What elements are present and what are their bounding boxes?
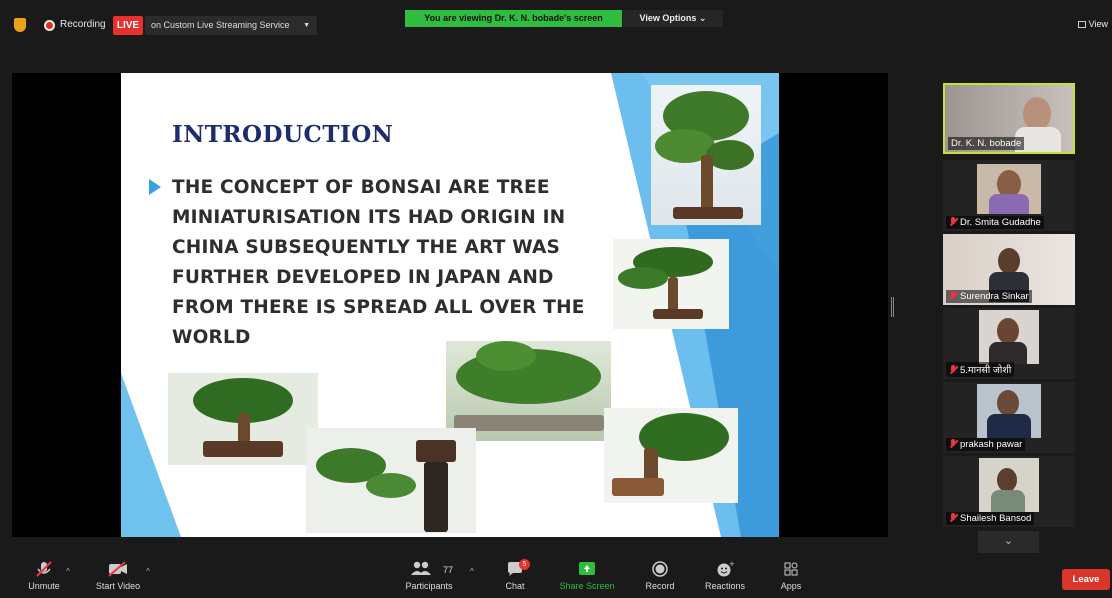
record-icon	[652, 561, 668, 577]
participant-tile-active-speaker[interactable]: Dr. K. N. bobade	[943, 83, 1075, 154]
muted-microphone-icon	[36, 561, 52, 577]
bullet-arrow-icon	[149, 179, 161, 195]
recording-label[interactable]: Recording	[60, 19, 106, 30]
meeting-toolbar: Unmute ^ Start Video ^ Participants 77 ^…	[0, 553, 1112, 598]
gallery-scroll-down-button[interactable]: ⌄	[978, 531, 1039, 553]
bonsai-photo-4	[168, 373, 318, 465]
view-options-button[interactable]: View Options ⌄	[623, 10, 723, 27]
participants-options-chevron-icon[interactable]: ^	[470, 567, 474, 576]
participant-name: Surendra Sinkar	[960, 291, 1029, 302]
chat-button[interactable]: 5 Chat	[498, 559, 532, 591]
participant-tile[interactable]: Dr. Smita Gudadhe	[943, 160, 1075, 231]
bonsai-photo-3	[446, 341, 611, 441]
participant-name-tag: prakash pawar	[946, 438, 1026, 451]
start-video-button[interactable]: Start Video	[92, 561, 144, 591]
viewing-screen-banner: You are viewing Dr. K. N. bobade's scree…	[405, 10, 622, 27]
leave-button[interactable]: Leave	[1062, 569, 1110, 590]
share-screen-icon	[579, 562, 595, 575]
bonsai-photo-5	[306, 428, 476, 533]
meeting-top-bar: Recording LIVE on Custom Live Streaming …	[0, 0, 1112, 52]
apps-button[interactable]: Apps	[776, 561, 806, 591]
participant-tile[interactable]: Shailesh Bansod	[943, 456, 1075, 527]
participant-name-tag: 5.मानसी जोशी	[946, 362, 1015, 377]
reactions-button[interactable]: + Reactions	[702, 561, 748, 591]
participant-name: Shailesh Bansod	[960, 513, 1032, 524]
video-off-icon	[108, 561, 127, 577]
participant-name: Dr. Smita Gudadhe	[960, 217, 1041, 228]
chevron-down-icon: ⌄	[1003, 535, 1014, 547]
participant-name: 5.मानसी जोशी	[960, 365, 1012, 376]
bonsai-photo-2	[613, 239, 729, 329]
resize-handle[interactable]	[891, 297, 894, 317]
participant-name-tag: Surendra Sinkar	[946, 290, 1032, 303]
muted-mic-icon	[949, 291, 957, 300]
participant-tile[interactable]: prakash pawar	[943, 382, 1075, 453]
share-screen-button[interactable]: Share Screen	[556, 561, 618, 591]
apps-label: Apps	[780, 581, 802, 591]
live-streaming-dropdown[interactable]: on Custom Live Streaming Service ▼	[145, 16, 317, 35]
participants-label: Participants	[405, 581, 453, 591]
live-badge: LIVE	[113, 16, 143, 35]
record-button[interactable]: Record	[642, 561, 678, 591]
muted-mic-icon	[949, 439, 957, 448]
view-layout-label: View	[1088, 19, 1108, 29]
live-service-label: on Custom Live Streaming Service	[151, 20, 290, 30]
apps-icon	[784, 562, 798, 576]
muted-mic-icon	[949, 513, 957, 522]
view-options-label: View Options	[639, 13, 697, 23]
bonsai-photo-1	[651, 85, 761, 225]
grid-icon	[1077, 21, 1086, 28]
bonsai-photo-6	[604, 408, 738, 503]
participant-name: Dr. K. N. bobade	[948, 137, 1025, 150]
chat-label: Chat	[505, 581, 525, 591]
video-options-chevron-icon[interactable]: ^	[146, 567, 150, 576]
muted-mic-icon	[949, 365, 957, 374]
slide-body-text: THE CONCEPT OF BONSAI ARE TREE MINIATURI…	[172, 177, 585, 348]
audio-options-chevron-icon[interactable]: ^	[66, 567, 70, 576]
participant-tile[interactable]: 5.मानसी जोशी	[943, 308, 1075, 379]
chevron-down-icon: ⌄	[698, 13, 707, 23]
smiley-icon: +	[717, 561, 735, 577]
presentation-slide: INTRODUCTION THE CONCEPT OF BONSAI ARE T…	[121, 73, 779, 537]
recording-icon[interactable]	[44, 20, 55, 31]
chevron-down-icon: ▼	[303, 22, 310, 29]
unmute-button[interactable]: Unmute	[22, 561, 66, 591]
participants-count: 77	[443, 565, 454, 575]
chat-unread-badge: 5	[519, 559, 530, 570]
svg-text:+: +	[729, 561, 735, 568]
unmute-label: Unmute	[28, 581, 60, 591]
participant-name-tag: Shailesh Bansod	[946, 512, 1035, 525]
slide-title: INTRODUCTION	[172, 121, 394, 148]
participant-name-tag: Dr. Smita Gudadhe	[946, 216, 1044, 229]
security-shield-icon[interactable]	[14, 18, 26, 32]
reactions-label: Reactions	[704, 581, 746, 591]
start-video-label: Start Video	[95, 581, 141, 591]
view-layout-button[interactable]: View	[1077, 19, 1108, 29]
record-label: Record	[645, 581, 675, 591]
share-screen-label: Share Screen	[559, 581, 615, 591]
participant-tile[interactable]: Surendra Sinkar	[943, 234, 1075, 305]
muted-mic-icon	[949, 217, 957, 226]
participant-name: prakash pawar	[960, 439, 1023, 450]
shared-screen-area: INTRODUCTION THE CONCEPT OF BONSAI ARE T…	[12, 73, 888, 537]
